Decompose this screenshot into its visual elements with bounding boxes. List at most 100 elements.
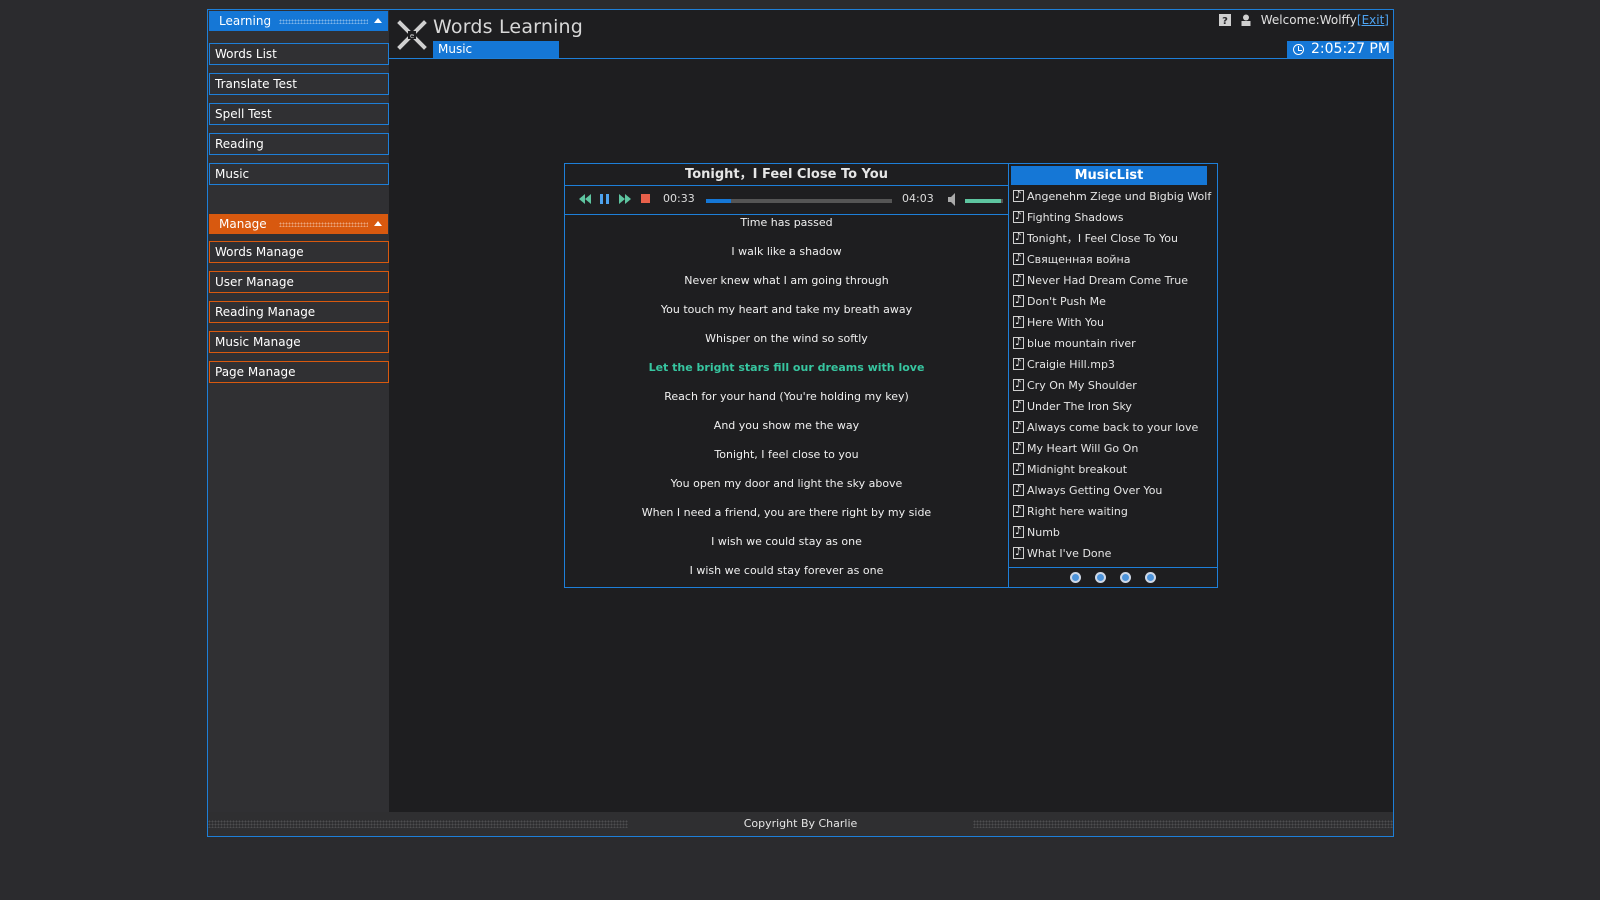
clock-time: 2:05:27 PM xyxy=(1311,41,1390,57)
volume-slider[interactable] xyxy=(965,199,1003,203)
header-pattern xyxy=(279,19,368,24)
collapse-caret-icon[interactable] xyxy=(374,18,382,23)
learning-section-label: Learning xyxy=(219,14,272,28)
rewind-icon[interactable] xyxy=(579,194,592,204)
music-list-item[interactable]: Fighting Shadows xyxy=(1013,209,1213,231)
lyric-line: I wish we could stay as one xyxy=(711,535,862,548)
music-list-item[interactable]: blue mountain river xyxy=(1013,335,1213,357)
music-title: Under The Iron Sky xyxy=(1027,400,1132,413)
svg-text:e: e xyxy=(410,32,414,40)
music-title: Angenehm Ziege und Bigbig Wolf xyxy=(1027,190,1212,203)
music-list-item[interactable]: Angenehm Ziege und Bigbig Wolf xyxy=(1013,188,1213,210)
nav-music-manage[interactable]: Music Manage xyxy=(209,331,389,353)
music-list-item[interactable]: What I've Done xyxy=(1013,545,1213,567)
current-section-label: Music xyxy=(433,41,559,58)
progress-bar[interactable] xyxy=(706,199,892,203)
music-title: Midnight breakout xyxy=(1027,463,1128,476)
music-title: Священная война xyxy=(1027,253,1131,266)
lyrics-list: Time has passed I walk like a shadow Never… xyxy=(565,215,1008,592)
music-title: Right here waiting xyxy=(1027,505,1128,518)
music-note-icon xyxy=(1013,398,1024,414)
help-icon[interactable]: ? xyxy=(1219,14,1232,26)
nav-music[interactable]: Music xyxy=(209,163,389,185)
music-note-icon xyxy=(1013,419,1024,435)
lyric-line: When I need a friend, you are there righ… xyxy=(641,506,932,519)
music-list-item[interactable]: Midnight breakout xyxy=(1013,461,1213,483)
nav-page-manage[interactable]: Page Manage xyxy=(209,361,389,383)
svg-text:?: ? xyxy=(1222,16,1228,26)
nav-words-list[interactable]: Words List xyxy=(209,43,389,65)
music-note-icon xyxy=(1013,440,1024,456)
footer: Copyright By Charlie xyxy=(208,812,1393,836)
music-note-icon xyxy=(1013,461,1024,477)
music-title: My Heart Will Go On xyxy=(1027,442,1139,455)
music-list-item[interactable]: Under The Iron Sky xyxy=(1013,398,1213,420)
user-icon xyxy=(1241,14,1251,26)
prev-page-icon[interactable] xyxy=(1095,572,1107,583)
music-title: Numb xyxy=(1027,526,1060,539)
music-list-item[interactable]: Here With You xyxy=(1013,314,1213,336)
music-title: Here With You xyxy=(1027,316,1105,329)
manage-section-header[interactable]: Manage xyxy=(209,214,388,234)
next-page-icon[interactable] xyxy=(1119,572,1131,583)
music-note-icon xyxy=(1013,524,1024,540)
lyric-line: I wish we could stay forever as one xyxy=(689,564,884,577)
manage-section-label: Manage xyxy=(219,217,267,231)
learning-section-header[interactable]: Learning xyxy=(209,11,388,31)
welcome-text: Welcome:Wolffy xyxy=(1260,13,1357,27)
first-page-icon[interactable] xyxy=(1070,572,1082,583)
music-title: Always Getting Over You xyxy=(1027,484,1163,497)
exit-link[interactable]: [Exit] xyxy=(1357,13,1389,27)
music-list-item[interactable]: Right here waiting xyxy=(1013,503,1213,525)
nav-user-manage[interactable]: User Manage xyxy=(209,271,389,293)
music-list: MusicList Angenehm Ziege und Bigbig Wolf… xyxy=(1009,164,1217,587)
lyric-line: You touch my heart and take my breath aw… xyxy=(660,303,913,316)
collapse-caret-icon[interactable] xyxy=(374,221,382,226)
music-note-icon xyxy=(1013,356,1024,372)
music-note-icon xyxy=(1013,272,1024,288)
fast-forward-icon[interactable] xyxy=(619,194,632,204)
lyric-line: You open my door and light the sky above xyxy=(670,477,903,490)
copyright-text: Copyright By Charlie xyxy=(743,817,858,830)
clock-icon xyxy=(1293,44,1304,55)
logo-icon: e xyxy=(397,20,427,50)
music-note-icon xyxy=(1013,545,1024,561)
music-note-icon xyxy=(1013,314,1024,330)
music-list-item[interactable]: My Heart Will Go On xyxy=(1013,440,1213,462)
player-controls: 00:33 04:03 xyxy=(565,186,1008,215)
music-title: blue mountain river xyxy=(1027,337,1136,350)
music-list-item[interactable]: Don't Push Me xyxy=(1013,293,1213,315)
lyric-line: Reach for your hand (You're holding my k… xyxy=(664,390,909,403)
nav-spell-test[interactable]: Spell Test xyxy=(209,103,389,125)
music-note-icon xyxy=(1013,188,1024,204)
music-list-header: MusicList xyxy=(1011,166,1207,185)
music-list-item[interactable]: Never Had Dream Come True xyxy=(1013,272,1213,294)
music-list-item[interactable]: Numb xyxy=(1013,524,1213,546)
music-list-item[interactable]: Tonight，I Feel Close To You xyxy=(1013,230,1213,252)
music-note-icon xyxy=(1013,377,1024,393)
last-page-icon[interactable] xyxy=(1144,572,1156,583)
lyric-line: Whisper on the wind so softly xyxy=(705,332,868,345)
music-note-icon xyxy=(1013,293,1024,309)
music-list-item[interactable]: Craigie Hill.mp3 xyxy=(1013,356,1213,378)
nav-translate-test[interactable]: Translate Test xyxy=(209,73,389,95)
music-note-icon xyxy=(1013,503,1024,519)
music-title: Don't Push Me xyxy=(1027,295,1106,308)
nav-words-manage[interactable]: Words Manage xyxy=(209,241,389,263)
volume-icon[interactable] xyxy=(948,193,959,206)
music-list-item[interactable]: Священная война xyxy=(1013,251,1213,273)
total-duration: 04:03 xyxy=(902,192,934,205)
footer-pattern xyxy=(208,820,628,828)
music-title: Always come back to your love xyxy=(1027,421,1199,434)
music-list-pager xyxy=(1009,567,1217,587)
nav-reading[interactable]: Reading xyxy=(209,133,389,155)
music-title: What I've Done xyxy=(1027,547,1112,560)
music-list-item[interactable]: Always Getting Over You xyxy=(1013,482,1213,504)
lyric-line: Time has passed xyxy=(740,216,833,229)
pause-icon[interactable] xyxy=(600,194,609,204)
music-list-item[interactable]: Always come back to your love xyxy=(1013,419,1213,441)
nav-reading-manage[interactable]: Reading Manage xyxy=(209,301,389,323)
stop-icon[interactable] xyxy=(641,194,650,203)
music-list-item[interactable]: Cry On My Shoulder xyxy=(1013,377,1213,399)
footer-pattern xyxy=(973,820,1393,828)
